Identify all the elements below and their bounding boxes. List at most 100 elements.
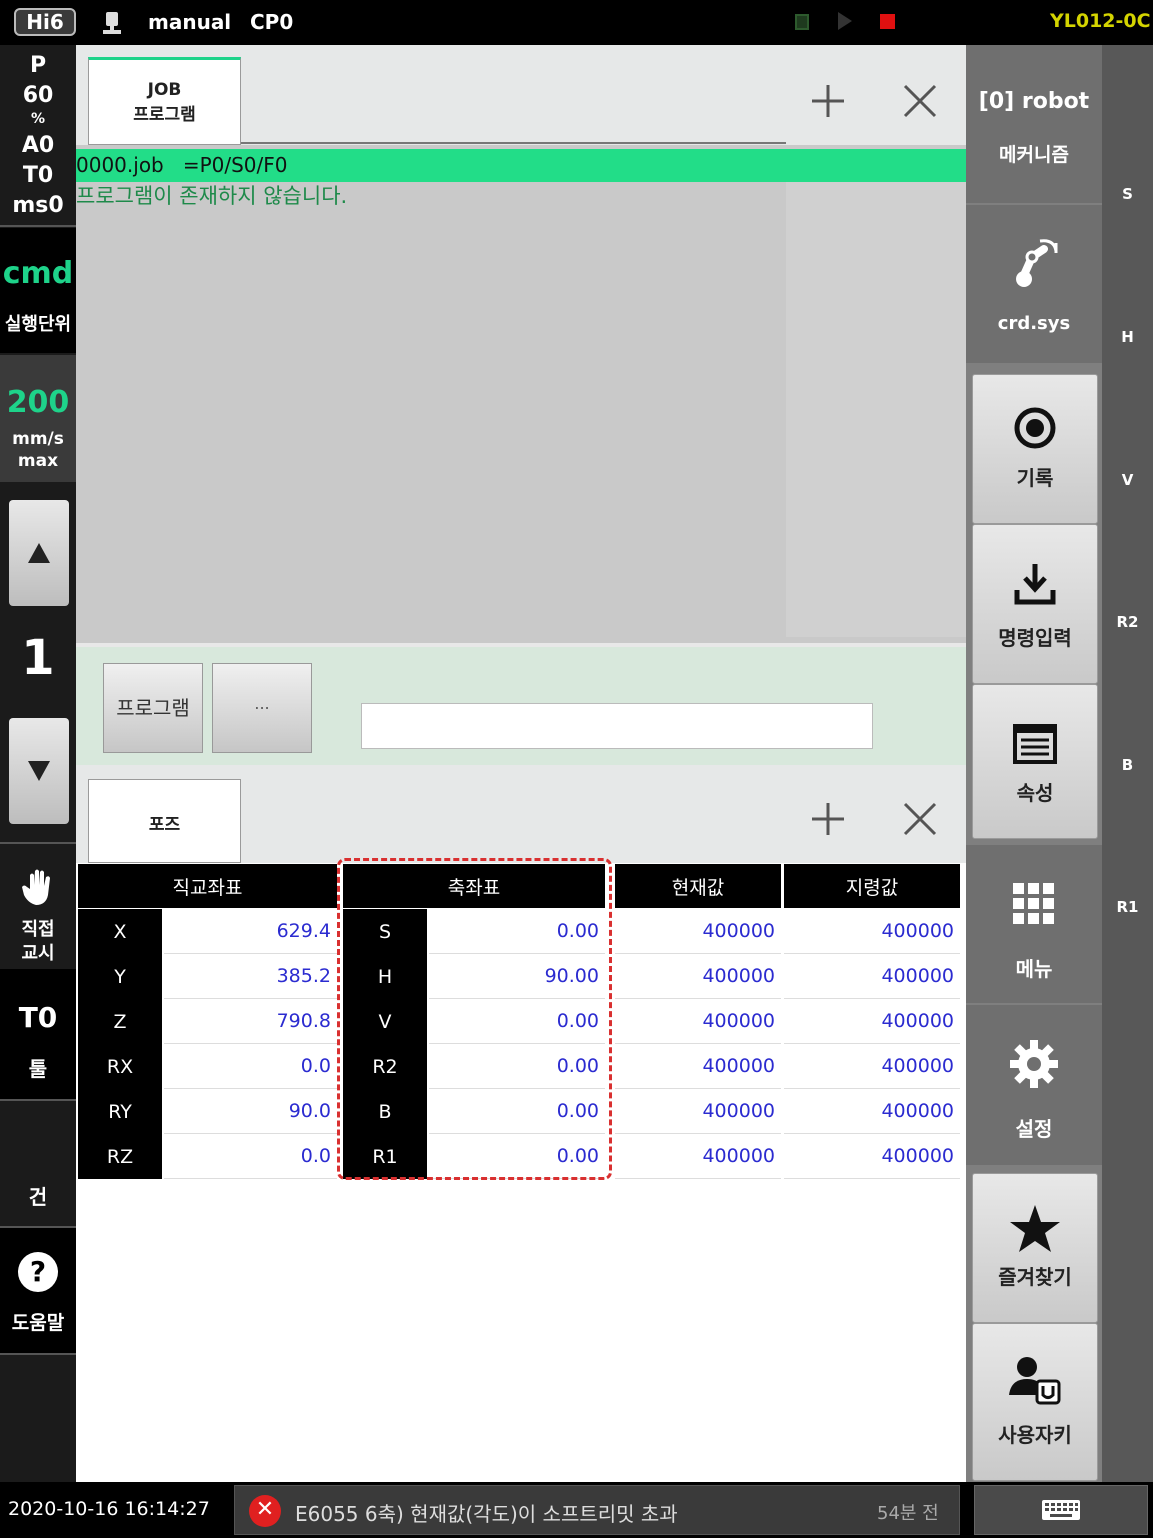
job-status-text: 0000.job =P0/S0/F0	[76, 153, 288, 177]
cartesian-value: 385.2	[164, 954, 337, 999]
keyboard-button[interactable]	[974, 1485, 1148, 1535]
hi6-logo: Hi6	[14, 8, 76, 36]
top-status-bar: Hi6 manual CP0 YL012-0C	[0, 0, 1153, 45]
percent-label: %	[30, 111, 46, 127]
axis-highlight-frame	[337, 858, 612, 1180]
direct-teach-label-1: 직접	[21, 919, 55, 940]
help-icon: ?	[18, 1252, 58, 1292]
more-button[interactable]: ...	[212, 663, 312, 753]
record-icon	[973, 403, 1097, 453]
cmd-button[interactable]: cmd 실행단위	[0, 228, 76, 353]
command-value: 400000	[784, 1134, 960, 1179]
download-icon	[973, 559, 1097, 609]
cartesian-label: Z	[78, 999, 162, 1044]
cartesian-label: RX	[78, 1044, 162, 1089]
error-age: 54분 전	[877, 1503, 939, 1524]
cartesian-value: 0.0	[164, 1044, 337, 1089]
program-button[interactable]: 프로그램	[103, 663, 203, 753]
current-value: 400000	[615, 1089, 781, 1134]
axis-label-s: S	[1122, 185, 1133, 203]
axis-label-b: B	[1121, 756, 1134, 774]
command-value: 400000	[784, 999, 960, 1044]
settings-label: 설정	[1015, 1117, 1053, 1141]
cartesian-value: 0.0	[164, 1134, 337, 1179]
record-label: 기록	[1016, 466, 1054, 490]
robot-arm-icon	[966, 237, 1102, 287]
gun-label: 건	[28, 1185, 48, 1209]
header-cartesian: 직교좌표	[78, 864, 337, 908]
p-label: P	[29, 53, 47, 78]
direct-teach-button[interactable]: 직접 교시	[0, 845, 76, 967]
speed-unit: mm/s	[12, 429, 64, 449]
bottom-status-bar: 2020-10-16 16:14:27 ✕ E6055 6축) 현재값(각도)이…	[0, 1482, 1153, 1538]
robot-label: [0] robot	[978, 89, 1090, 114]
current-value: 400000	[615, 1044, 781, 1089]
controller-id: YL012-0C	[1050, 10, 1151, 32]
speed-mode: max	[17, 451, 59, 471]
left-status-bar: P 60 % A0 T0 ms0 cmd 실행단위 200 mm/s max 1…	[0, 45, 76, 1482]
program-slot-label: CP0	[250, 10, 294, 34]
record-button[interactable]: 기록	[972, 374, 1098, 524]
coord-sys-label: crd.sys	[997, 313, 1071, 334]
mechanism-label: 메커니즘	[999, 144, 1069, 166]
command-input-label: 명령입력	[998, 626, 1072, 650]
coord-sys-button[interactable]: crd.sys	[966, 205, 1102, 363]
header-command: 지령값	[784, 864, 960, 908]
job-tab[interactable]: JOB 프로그램	[88, 57, 241, 145]
user-keys-button[interactable]: 사용자키	[972, 1323, 1098, 1481]
step-down-button[interactable]	[9, 718, 69, 824]
cartesian-value: 790.8	[164, 999, 337, 1044]
pose-tab-label: 포즈	[148, 815, 181, 835]
command-input[interactable]	[361, 703, 873, 749]
program-button-label: 프로그램	[116, 696, 190, 720]
star-icon	[973, 1204, 1097, 1254]
run-indicator-icon	[795, 14, 809, 30]
play-indicator-icon	[838, 12, 852, 30]
properties-label: 속성	[1016, 781, 1054, 805]
settings-button[interactable]: 설정	[966, 1005, 1102, 1165]
job-message: 프로그램이 존재하지 않습니다.	[76, 184, 348, 208]
exec-unit-label: 실행단위	[4, 314, 72, 335]
add-tab-icon[interactable]	[810, 83, 846, 119]
more-button-label: ...	[254, 694, 270, 713]
axis-label-h: H	[1121, 328, 1134, 346]
robot-mechanism-button[interactable]: [0] robot 메커니즘	[966, 45, 1102, 203]
command-input-button[interactable]: 명령입력	[972, 524, 1098, 684]
tool-label: 툴	[28, 1057, 48, 1081]
close-tab-icon[interactable]	[902, 83, 938, 119]
pose-close-tab-icon[interactable]	[902, 801, 938, 837]
main-area: JOB 프로그램 0000.job =P0/S0/F0 프로그램이 존재하지 않…	[76, 45, 966, 1482]
speed-button[interactable]: 200 mm/s max	[0, 355, 76, 482]
right-menu-bar: [0] robot 메커니즘 crd.sys 기록 명령입력 속성 메뉴 설정 …	[966, 45, 1102, 1482]
favorites-button[interactable]: 즐겨찾기	[972, 1173, 1098, 1323]
pose-add-tab-icon[interactable]	[810, 801, 846, 837]
cmd-label: cmd	[2, 256, 74, 291]
current-value: 400000	[615, 909, 781, 954]
error-message-bar[interactable]: ✕ E6055 6축) 현재값(각도)이 소프트리밋 초과 54분 전	[234, 1485, 960, 1535]
tool-button[interactable]: T0 툴	[0, 969, 76, 1099]
menu-button[interactable]: 메뉴	[966, 845, 1102, 1003]
keyboard-icon	[1042, 1500, 1080, 1520]
properties-button[interactable]: 속성	[972, 684, 1098, 839]
step-up-button[interactable]	[9, 500, 69, 606]
pose-tab[interactable]: 포즈	[88, 779, 241, 863]
step-value: 1	[21, 630, 55, 686]
command-value: 400000	[784, 909, 960, 954]
help-button[interactable]: ? 도움말	[0, 1228, 76, 1353]
job-tab-label-1: JOB	[147, 80, 182, 100]
job-command-area: 프로그램 ...	[76, 643, 966, 765]
axis-label-v: V	[1121, 471, 1134, 489]
job-editor-gutter	[786, 182, 966, 637]
cartesian-label: Y	[78, 954, 162, 999]
tool-value: T0	[18, 1001, 58, 1034]
header-current: 현재값	[615, 864, 781, 908]
p-value: 60	[22, 83, 54, 108]
gear-icon	[966, 1039, 1102, 1089]
ms-value: ms0	[12, 193, 64, 218]
gun-button[interactable]: 건	[0, 1101, 76, 1226]
axis-label-r2: R2	[1116, 613, 1139, 631]
a-value: A0	[21, 133, 55, 158]
axis-label-r1: R1	[1116, 898, 1139, 916]
cartesian-value: 629.4	[164, 909, 337, 954]
cartesian-label: X	[78, 909, 162, 954]
